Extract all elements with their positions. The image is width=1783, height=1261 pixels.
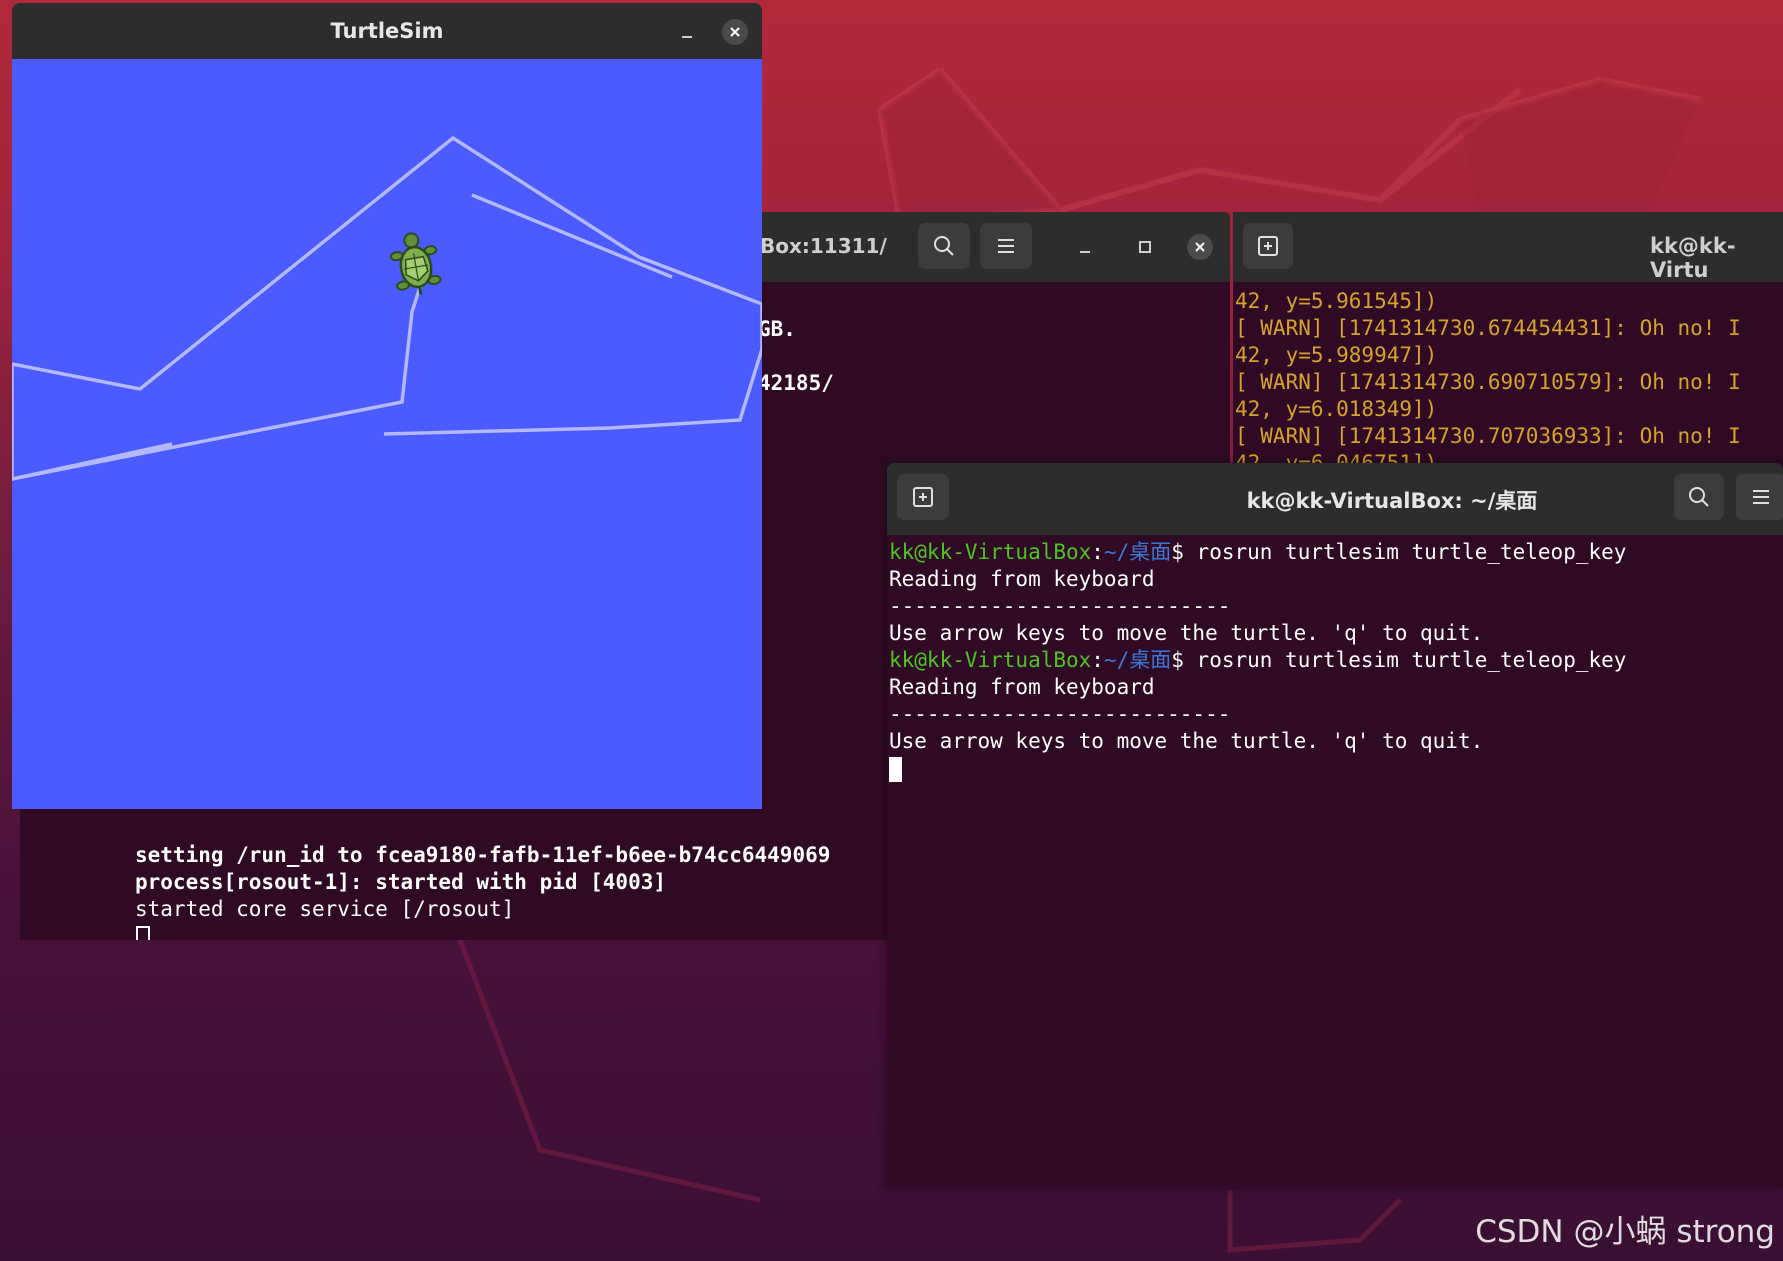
maximize-button[interactable] <box>1130 232 1160 262</box>
prompt-line: kk@kk-VirtualBox:~/桌面$ rosrun turtlesim … <box>889 647 1783 674</box>
prompt-dollar: $ <box>1171 540 1184 564</box>
warn-line: 42, y=5.961545]) <box>1235 289 1438 313</box>
turtlesim-node-terminal-window[interactable]: kk@kk-Virtu 42, y=5.961545]) [ WARN] [17… <box>1233 212 1783 472</box>
prompt-colon: : <box>1091 540 1104 564</box>
roscore-terminal-title: Box:11311/ <box>760 234 887 258</box>
prompt-colon: : <box>1091 648 1104 672</box>
output-line: Use arrow keys to move the turtle. 'q' t… <box>889 729 1484 753</box>
warning-output[interactable]: 42, y=5.961545]) [ WARN] [1741314730.674… <box>1233 282 1783 472</box>
turtlesim-minimize-button[interactable] <box>672 17 702 47</box>
teleop-terminal-output[interactable]: kk@kk-VirtualBox:~/桌面$ rosrun turtlesim … <box>887 535 1783 1188</box>
minimize-button[interactable] <box>1070 232 1100 262</box>
turtlesim-window[interactable]: TurtleSim <box>12 3 762 809</box>
maximize-icon <box>1139 241 1151 253</box>
hamburger-menu-icon <box>1753 490 1769 504</box>
cursor <box>136 926 150 940</box>
prompt-user: kk@kk-VirtualBox <box>889 648 1092 672</box>
turtlesim-canvas <box>12 59 762 809</box>
menu-button[interactable] <box>980 223 1032 269</box>
turtlesim-title: TurtleSim <box>330 19 444 43</box>
search-button[interactable] <box>918 223 970 269</box>
search-button[interactable] <box>1674 474 1724 520</box>
warn-line: 42, y=5.989947]) <box>1235 343 1438 367</box>
prompt-path: ~/桌面 <box>1103 648 1172 672</box>
output-line: GB. <box>758 317 796 341</box>
output-line: Reading from keyboard <box>889 675 1155 699</box>
output-line: --------------------------- <box>889 702 1231 726</box>
text-cursor <box>889 757 902 782</box>
command-text: rosrun turtlesim turtle_teleop_key <box>1183 648 1627 672</box>
warn-line: [ WARN] [1741314730.690710579]: Oh no! I <box>1235 370 1741 394</box>
output-line: 42185/ <box>758 371 834 395</box>
warn-line: [ WARN] [1741314730.707036933]: Oh no! I <box>1235 424 1741 448</box>
prompt-user: kk@kk-VirtualBox <box>889 540 1092 564</box>
prompt-line: kk@kk-VirtualBox:~/桌面$ rosrun turtlesim … <box>889 539 1783 566</box>
turtlesim-headerbar[interactable]: TurtleSim <box>12 3 762 59</box>
new-tab-icon <box>1258 236 1278 256</box>
teleop-terminal-window[interactable]: kk@kk-VirtualBox: ~/桌面 kk@kk-VirtualBox:… <box>887 463 1783 1188</box>
search-icon <box>1689 487 1709 507</box>
output-line: setting /run_id to fcea9180-fafb-11ef-b6… <box>135 843 831 867</box>
output-line: --------------------------- <box>889 594 1231 618</box>
watermark: CSDN @小蜗 strong <box>1475 1214 1775 1250</box>
output-line: process[rosout-1]: started with pid [400… <box>135 870 667 894</box>
minimize-icon <box>1080 251 1090 253</box>
output-line: Use arrow keys to move the turtle. 'q' t… <box>889 621 1484 645</box>
hamburger-menu-icon <box>998 239 1014 253</box>
close-icon <box>1195 242 1205 252</box>
close-icon <box>730 27 740 37</box>
teleop-terminal-headerbar[interactable]: kk@kk-VirtualBox: ~/桌面 <box>887 463 1783 535</box>
search-icon <box>934 236 954 256</box>
warn-line: [ WARN] [1741314730.674454431]: Oh no! I <box>1235 316 1741 340</box>
minimize-icon <box>682 36 692 38</box>
turtlesim-close-button[interactable] <box>720 17 750 47</box>
turtlesim-node-terminal-title: kk@kk-Virtu <box>1650 234 1736 282</box>
turtlesim-node-terminal-headerbar[interactable]: kk@kk-Virtu <box>1233 212 1783 282</box>
output-line: Reading from keyboard <box>889 567 1155 591</box>
prompt-path: ~/桌面 <box>1103 540 1172 564</box>
command-text: rosrun turtlesim turtle_teleop_key <box>1183 540 1627 564</box>
close-button[interactable] <box>1185 232 1215 262</box>
menu-button[interactable] <box>1736 474 1783 520</box>
warn-line: 42, y=6.018349]) <box>1235 397 1438 421</box>
output-line: started core service [/rosout] <box>135 897 515 921</box>
teleop-terminal-title: kk@kk-VirtualBox: ~/桌面 <box>1246 489 1538 513</box>
prompt-dollar: $ <box>1171 648 1184 672</box>
new-tab-button[interactable] <box>1243 223 1293 269</box>
